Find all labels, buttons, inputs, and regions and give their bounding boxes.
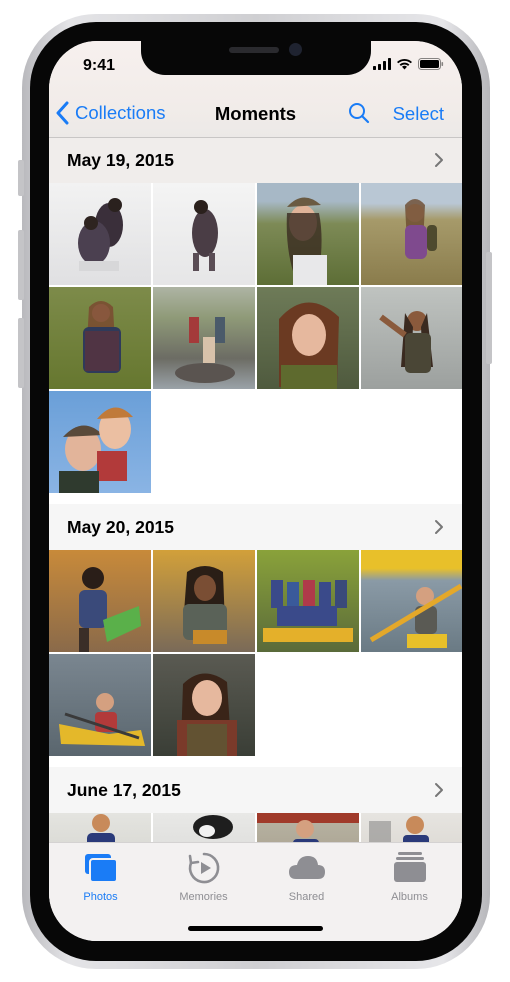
photos-icon bbox=[84, 854, 118, 883]
select-button[interactable]: Select bbox=[393, 103, 444, 125]
side-button bbox=[486, 252, 492, 364]
tab-shared-label: Shared bbox=[288, 891, 325, 903]
chevron-right-icon bbox=[435, 520, 443, 534]
cloud-icon bbox=[288, 856, 325, 879]
section-header[interactable]: June 17, 2015 bbox=[49, 767, 462, 813]
tab-albums-label: Albums bbox=[391, 891, 428, 903]
tab-photos-label: Photos bbox=[83, 891, 118, 903]
photo-thumbnail[interactable] bbox=[361, 183, 462, 285]
volume-up-button bbox=[18, 230, 24, 300]
tab-photos[interactable]: Photos bbox=[49, 849, 152, 903]
home-indicator[interactable] bbox=[188, 926, 323, 931]
photo-thumbnail[interactable] bbox=[153, 287, 255, 389]
status-time: 9:41 bbox=[83, 57, 116, 74]
photo-thumbnail[interactable] bbox=[257, 183, 359, 285]
moments-list[interactable]: May 19, 2015 May 20, 2015 June 17, 2015 bbox=[49, 137, 462, 941]
photo-thumbnail[interactable] bbox=[257, 550, 359, 652]
albums-icon bbox=[393, 852, 426, 882]
mute-switch bbox=[18, 160, 24, 196]
section-date: May 19, 2015 bbox=[67, 150, 175, 170]
status-icons bbox=[373, 56, 444, 72]
cellular-signal-icon bbox=[373, 58, 391, 70]
chevron-right-icon bbox=[435, 153, 443, 167]
search-icon[interactable] bbox=[347, 101, 371, 125]
front-camera bbox=[289, 43, 302, 56]
tab-bar: Photos Memories Shared Albums bbox=[49, 842, 462, 941]
section-header[interactable]: May 20, 2015 bbox=[49, 504, 462, 550]
tab-albums[interactable]: Albums bbox=[358, 849, 461, 903]
battery-icon bbox=[418, 58, 444, 70]
nav-row: Collections Moments Select bbox=[49, 93, 462, 133]
photo-thumbnail[interactable] bbox=[49, 183, 151, 285]
photo-thumbnail[interactable] bbox=[49, 550, 151, 652]
photo-thumbnail[interactable] bbox=[153, 183, 255, 285]
section-header[interactable]: May 19, 2015 bbox=[49, 137, 462, 183]
photo-thumbnail[interactable] bbox=[49, 654, 151, 756]
wifi-icon bbox=[397, 58, 412, 70]
photo-grid bbox=[49, 183, 462, 493]
photo-thumbnail[interactable] bbox=[49, 391, 151, 493]
chevron-right-icon bbox=[435, 783, 443, 797]
tab-memories-label: Memories bbox=[179, 891, 228, 903]
photo-thumbnail[interactable] bbox=[153, 550, 255, 652]
photo-thumbnail[interactable] bbox=[361, 550, 462, 652]
photo-thumbnail[interactable] bbox=[49, 287, 151, 389]
notch bbox=[141, 41, 371, 75]
tab-memories[interactable]: Memories bbox=[152, 849, 255, 903]
photo-thumbnail[interactable] bbox=[153, 654, 255, 756]
volume-down-button bbox=[18, 318, 24, 388]
memories-icon bbox=[188, 852, 219, 884]
tab-shared[interactable]: Shared bbox=[255, 849, 358, 903]
section-date: June 17, 2015 bbox=[67, 780, 181, 800]
photo-thumbnail[interactable] bbox=[257, 287, 359, 389]
section-date: May 20, 2015 bbox=[67, 517, 175, 537]
photo-grid bbox=[49, 550, 462, 756]
earpiece-speaker bbox=[229, 47, 279, 53]
screen: 9:41 Collections Moments Select May 19, … bbox=[49, 41, 462, 941]
photo-thumbnail[interactable] bbox=[361, 287, 462, 389]
